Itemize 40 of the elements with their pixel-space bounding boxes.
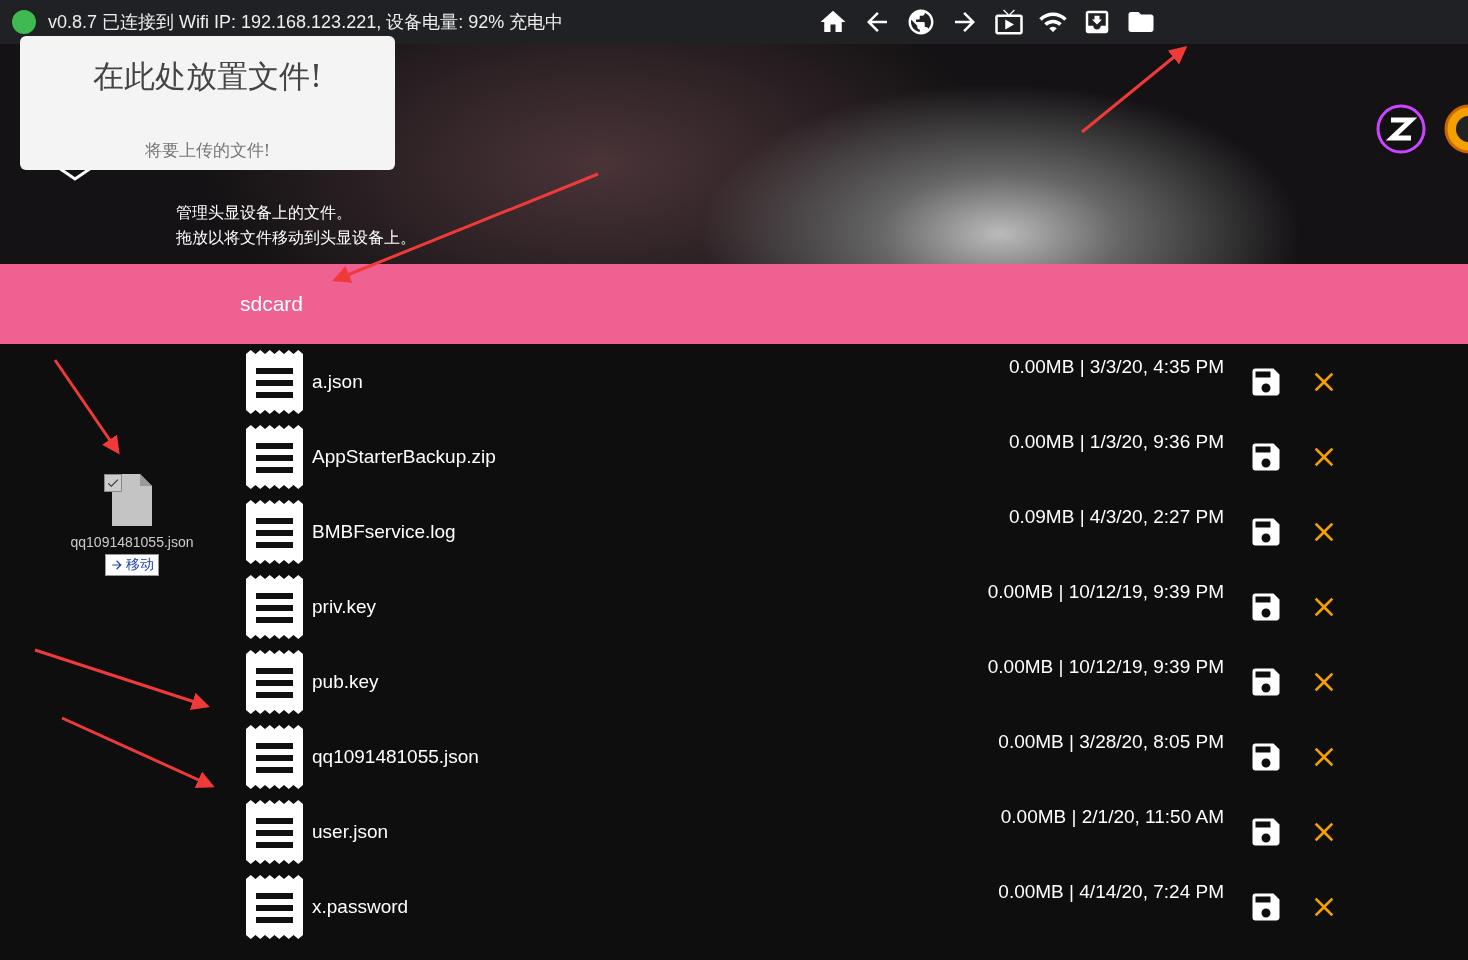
file-meta: 0.00MB | 3/3/20, 4:35 PM [1008,356,1224,378]
app-logo-icon[interactable] [1376,104,1426,154]
drop-zone-popup[interactable]: 在此处放置文件! 将要上传的文件! [20,36,395,170]
file-meta: 0.09MB | 4/3/20, 2:27 PM [1008,506,1224,528]
file-name[interactable]: a.json [312,370,363,393]
file-name[interactable]: user.json [312,820,389,843]
file-icon [246,724,303,789]
file-icon [246,799,303,864]
file-icon [246,349,303,414]
file-name[interactable]: qq1091481055.json [312,745,479,768]
drop-zone-subtitle: 将要上传的文件! [144,139,271,162]
file-meta: 0.00MB | 3/28/20, 8:05 PM [998,731,1224,753]
file-name[interactable]: x.password [312,895,409,918]
check-icon [106,476,120,490]
dragged-file-name: qq1091481055.json [69,534,195,550]
file-meta: 0.00MB | 10/12/19, 9:39 PM [987,581,1224,603]
file-icon [246,574,303,639]
drop-zone-title: 在此处放置文件! [92,57,323,96]
description-text: 管理头显设备上的文件。 [176,202,353,224]
file-name[interactable]: AppStarterBackup.zip [312,445,496,468]
globe-icon[interactable] [906,7,936,37]
status-text: v0.8.7 已连接到 Wifi IP: 192.168.123.221, 设备电量: 92% 充电中 [48,11,564,34]
file-icon [246,499,303,564]
file-meta: 0.00MB | 4/14/20, 7:24 PM [998,881,1224,903]
file-meta: 0.00MB | 10/12/19, 9:39 PM [987,656,1224,678]
description-text: 拖放以将文件移动到头显设备上。 [176,227,417,249]
file-meta: 0.00MB | 1/3/20, 9:36 PM [1008,431,1224,453]
file-name[interactable]: priv.key [312,595,377,618]
file-icon [246,874,303,939]
file-name[interactable]: BMBFservice.log [312,520,456,543]
arrow-icon [110,558,124,572]
document-icon [112,474,152,526]
tv-icon[interactable] [994,7,1024,37]
app-logo-icon[interactable] [1444,104,1468,154]
file-meta: 0.00MB | 2/1/20, 11:50 AM [1000,806,1224,828]
file-icon [246,649,303,714]
file-icon [246,424,303,489]
file-name[interactable]: pub.key [312,670,379,693]
move-label: 移动 [126,556,154,574]
checkbox[interactable] [104,474,122,492]
